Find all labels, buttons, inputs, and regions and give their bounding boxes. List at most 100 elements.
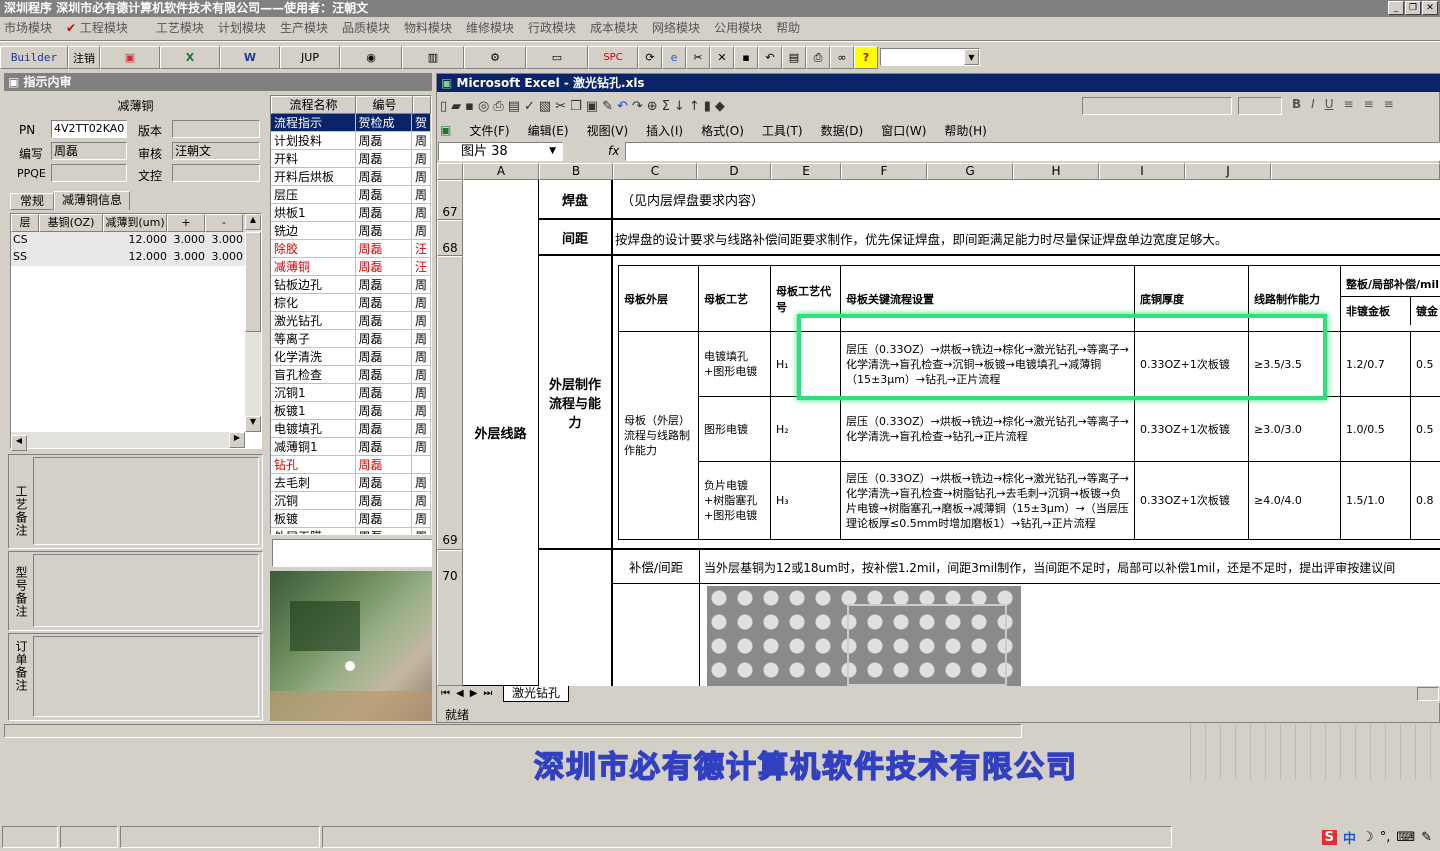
refresh-button[interactable]: ⟳ — [638, 46, 662, 69]
flow-row[interactable]: 钻孔 周磊 — [271, 455, 431, 474]
select-all-corner[interactable] — [437, 163, 463, 180]
flow-row[interactable]: 铣边 周磊周 — [271, 221, 431, 240]
help-button[interactable]: ? — [854, 46, 878, 69]
tools-button[interactable]: ⚙ — [464, 46, 526, 69]
find-button[interactable]: ∞ — [830, 46, 854, 69]
row-header-69[interactable]: 69 — [437, 256, 463, 550]
flow-row[interactable]: 化学清洗 周磊周 — [271, 347, 431, 366]
word-button[interactable]: W — [220, 46, 280, 69]
col-header-c[interactable]: C — [613, 163, 697, 180]
grid-row[interactable]: CS 12.000 3.000 3.000 — [11, 232, 261, 249]
print-button[interactable]: ⎙ — [806, 46, 830, 69]
ie-button[interactable]: e — [662, 46, 686, 69]
scroll-up-icon[interactable]: ▲ — [245, 214, 261, 230]
sheet-tab[interactable]: 激光钻孔 — [503, 686, 570, 702]
excel-button[interactable]: X — [160, 46, 220, 69]
process-row-h3[interactable]: 负片电镀+树脂塞孔+图形电镀 H₃ 层压（0.33OZ）→烘板→铣边→棕化→激光… — [619, 461, 1440, 540]
report-button[interactable]: ▣ — [100, 46, 160, 69]
excel-menu-format[interactable]: 格式(O) — [701, 122, 744, 139]
minimize-button[interactable]: _ — [1388, 1, 1404, 15]
hyperlink-icon[interactable]: ⊕ — [647, 99, 658, 114]
sheet-nav-icons[interactable]: ⏮◀▶⏭ — [441, 688, 498, 699]
menu-plan[interactable]: 计划模块 — [218, 19, 266, 36]
scroll-right-icon[interactable]: ▶ — [229, 432, 245, 448]
preview-icon[interactable]: ▤ — [508, 99, 520, 114]
flow-row[interactable]: 棕化 周磊周 — [271, 293, 431, 312]
chart-icon[interactable]: ▮ — [704, 99, 711, 114]
excel-menu-file[interactable]: 文件(F) — [469, 122, 509, 139]
flow-row[interactable]: 外层干膜周磊周 — [271, 527, 431, 534]
save-button[interactable]: ▪ — [734, 46, 758, 69]
main-hscrollbar[interactable] — [4, 724, 1022, 738]
scroll-thumb[interactable] — [245, 232, 261, 332]
flow-row[interactable]: 减薄铜 周磊汪 — [271, 257, 431, 276]
flow-row[interactable]: 层压 周磊周 — [271, 185, 431, 204]
flow-row[interactable]: 除胶 周磊汪 — [271, 239, 431, 258]
computer-button[interactable]: ▭ — [526, 46, 588, 69]
ime-chinese-icon[interactable]: 中 — [1343, 828, 1356, 847]
toolbar-combo[interactable]: ▼ — [880, 48, 980, 66]
flow-row[interactable]: 板镀 周磊周 — [271, 509, 431, 528]
micrograph-image[interactable] — [707, 586, 1021, 686]
spacing-label-cell[interactable]: 间距 — [539, 220, 613, 256]
permission-icon[interactable]: ◎ — [478, 99, 489, 114]
scroll-down-icon[interactable]: ▼ — [245, 416, 261, 432]
delete-button[interactable]: ✕ — [710, 46, 734, 69]
grid-hscrollbar[interactable]: ◀ ▶ — [11, 432, 245, 451]
spacing-text-cell[interactable]: 按焊盘的设计要求与线路补偿间距要求制作，优先保证焊盘，即间距满足能力时尽量保证焊… — [613, 220, 1440, 256]
menu-network[interactable]: 网络模块 — [652, 19, 700, 36]
builder-button[interactable]: Builder — [0, 46, 68, 69]
col-header-f[interactable]: F — [841, 163, 927, 180]
flow-row[interactable]: 等离子 周磊周 — [271, 329, 431, 348]
database-button[interactable]: ▥ — [402, 46, 464, 69]
grid-row[interactable]: SS 12.000 3.000 3.000 — [11, 249, 261, 266]
outer-process-label-cell[interactable]: 外层制作流程与能力 — [539, 256, 613, 550]
excel-menu-view[interactable]: 视图(V) — [587, 122, 629, 139]
preview-button[interactable]: ▤ — [782, 46, 806, 69]
ppqe-field[interactable] — [51, 164, 127, 182]
menu-cost[interactable]: 成本模块 — [590, 19, 638, 36]
cut-icon[interactable]: ✂ — [555, 99, 566, 114]
col-header-h[interactable]: H — [1013, 163, 1099, 180]
version-field[interactable] — [172, 120, 260, 138]
spc-button[interactable]: SPC — [588, 46, 638, 69]
menu-material[interactable]: 物料模块 — [404, 19, 452, 36]
font-name-combo[interactable] — [1082, 97, 1232, 115]
jup-button[interactable]: JUP — [280, 46, 340, 69]
menu-maintenance[interactable]: 维修模块 — [466, 19, 514, 36]
align-right-icon[interactable]: ≡ — [1384, 97, 1394, 111]
copy-icon[interactable]: ❐ — [570, 99, 582, 114]
outer-line-cell[interactable]: 外层线路 — [463, 180, 539, 686]
flow-row[interactable]: 开料后烘板 周磊周 — [271, 167, 431, 186]
sort-asc-icon[interactable]: ↓ — [674, 99, 685, 114]
excel-menu-help[interactable]: 帮助(H) — [944, 122, 986, 139]
align-center-icon[interactable]: ≡ — [1364, 97, 1374, 111]
reviewer-field[interactable]: 汪朝文 — [172, 142, 260, 160]
eye-button[interactable]: ◉ — [340, 46, 402, 69]
format-painter-icon[interactable]: ✎ — [602, 99, 613, 114]
flow-row[interactable]: 沉铜 周磊周 — [271, 491, 431, 510]
flow-row[interactable]: 开料 周磊周 — [271, 149, 431, 168]
dropdown-arrow-icon[interactable]: ▼ — [964, 49, 979, 65]
flow-row[interactable]: 激光钻孔 周磊周 — [271, 311, 431, 330]
flow-row[interactable]: 板镀1 周磊周 — [271, 401, 431, 420]
flow-row[interactable]: 钻板边孔 周磊周 — [271, 275, 431, 294]
flow-row[interactable]: 电镀填孔 周磊周 — [271, 419, 431, 438]
grid-vscrollbar[interactable]: ▲ ▼ — [245, 214, 261, 432]
controller-field[interactable] — [172, 164, 260, 182]
spell-icon[interactable]: ✓ — [524, 99, 535, 114]
flow-row[interactable]: 减薄铜1 周磊周 — [271, 437, 431, 456]
open-icon[interactable]: ▰ — [451, 99, 461, 114]
row-header-68[interactable]: 68 — [437, 220, 463, 256]
menu-admin[interactable]: 行政模块 — [528, 19, 576, 36]
menu-engineering[interactable]: ✔ 工程模块 — [66, 19, 142, 36]
italic-icon[interactable]: I — [1311, 97, 1315, 111]
flow-row[interactable]: 烘板1 周磊周 — [271, 203, 431, 222]
keyboard-icon[interactable]: ⌨ — [1396, 830, 1415, 845]
col-header-b[interactable]: B — [539, 163, 613, 180]
excel-menu-tools[interactable]: 工具(T) — [762, 122, 803, 139]
paste-icon[interactable]: ▣ — [586, 99, 598, 114]
sort-desc-icon[interactable]: ↑ — [689, 99, 700, 114]
order-note-field[interactable] — [33, 636, 259, 717]
restore-button[interactable]: ❐ — [1405, 1, 1421, 15]
